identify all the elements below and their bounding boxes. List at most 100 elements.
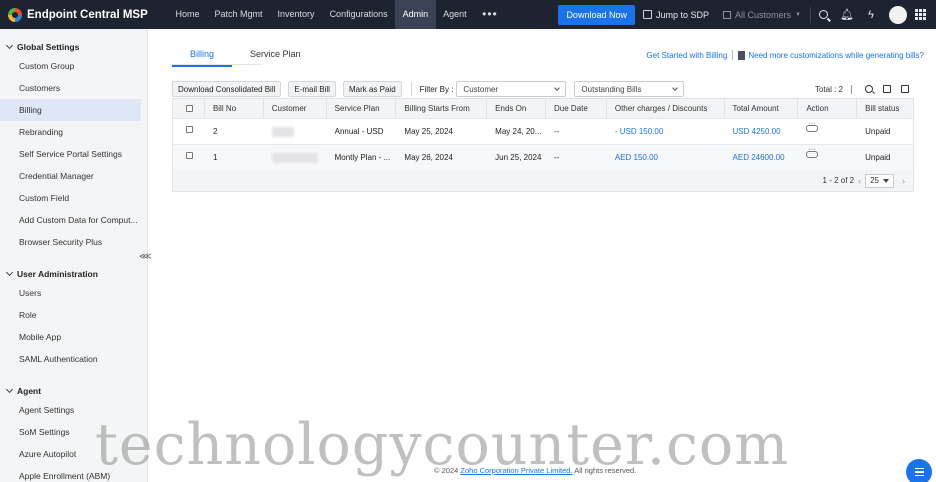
row-checkbox[interactable] bbox=[186, 125, 193, 133]
help-links: Get Started with Billing Need more custo… bbox=[646, 50, 924, 60]
notifications-button[interactable]: 🔔︎ bbox=[835, 0, 859, 29]
sidebar-item-apple-enrollment[interactable]: Apple Enrollment (ABM) bbox=[0, 465, 141, 482]
zoho-corporation-link[interactable]: Zoho Corporation Private Limited. bbox=[460, 466, 572, 475]
search-button[interactable] bbox=[811, 0, 835, 29]
billing-start: May 26, 2024 bbox=[404, 153, 453, 162]
caret-down-icon bbox=[883, 178, 889, 183]
table-row[interactable]: 1 Montly Plan - ... May 26, 2024 Jun 25,… bbox=[173, 145, 913, 171]
nav-more-icon[interactable]: ••• bbox=[474, 0, 506, 29]
sidebar-item-users[interactable]: Users bbox=[0, 282, 141, 304]
other-charges-link[interactable]: AED 150.00 bbox=[607, 145, 725, 170]
table-search-icon[interactable] bbox=[865, 85, 873, 93]
more-actions-icon[interactable] bbox=[806, 146, 819, 158]
chevron-down-icon bbox=[5, 41, 14, 49]
toolbar-right: Total : 2 bbox=[815, 79, 914, 99]
table-row[interactable]: 2 Annual - USD May 25, 2024 May 24, 20..… bbox=[173, 119, 913, 145]
email-bill-button[interactable]: E-mail Bill bbox=[288, 81, 336, 97]
jump-to-sdp-label: Jump to SDP bbox=[655, 9, 709, 20]
other-charges-link[interactable]: - USD 150.00 bbox=[607, 119, 725, 144]
brand-name: Endpoint Central MSP bbox=[27, 8, 148, 21]
sidebar-section-global-settings[interactable]: Global Settings bbox=[0, 38, 147, 55]
sidebar-section-agent[interactable]: Agent bbox=[0, 382, 147, 399]
service-plan: Annual - USD bbox=[334, 127, 384, 136]
sidebar-section-title: Global Settings bbox=[17, 41, 80, 52]
sidebar-item-custom-field[interactable]: Custom Field bbox=[0, 187, 141, 209]
nav-inventory[interactable]: Inventory bbox=[270, 0, 322, 29]
get-started-link[interactable]: Get Started with Billing bbox=[646, 51, 727, 60]
sidebar-item-custom-group[interactable]: Custom Group bbox=[0, 55, 141, 77]
column-header-service-plan[interactable]: Service Plan bbox=[327, 99, 397, 118]
customer-name-redacted bbox=[271, 152, 318, 163]
tab-service-plan[interactable]: Service Plan bbox=[232, 42, 319, 67]
sidebar-item-agent-settings[interactable]: Agent Settings bbox=[0, 399, 141, 421]
column-header-bill-status[interactable]: Bill status bbox=[857, 99, 913, 118]
row-checkbox[interactable] bbox=[186, 151, 193, 159]
bill-status-select[interactable]: Outstanding Bills bbox=[574, 81, 685, 97]
sidebar-item-self-service-portal[interactable]: Self Service Portal Settings bbox=[0, 143, 141, 165]
due-date: -- bbox=[554, 127, 560, 136]
export-icon[interactable] bbox=[883, 85, 891, 93]
bill-no: 2 bbox=[212, 127, 218, 136]
select-all-checkbox[interactable] bbox=[186, 105, 193, 112]
page-size-select[interactable]: 25 bbox=[865, 173, 894, 188]
column-header-other-charges[interactable]: Other charges / Discounts bbox=[607, 99, 725, 118]
sidebar-item-azure-autopilot[interactable]: Azure Autopilot bbox=[0, 443, 141, 465]
total-amount-link[interactable]: USD 4250.00 bbox=[725, 119, 799, 144]
bill-no: 1 bbox=[212, 153, 218, 162]
quick-actions-button[interactable]: ϟ bbox=[859, 0, 883, 29]
column-header-billing-start[interactable]: Billing Starts From bbox=[396, 99, 488, 118]
customizations-link[interactable]: Need more customizations while generatin… bbox=[748, 51, 924, 60]
billing-toolbar: Download Consolidated Bill E-mail Bill M… bbox=[172, 79, 914, 99]
column-chooser-icon[interactable] bbox=[901, 85, 909, 93]
due-date: -- bbox=[554, 153, 560, 162]
column-header-ends-on[interactable]: Ends On bbox=[487, 99, 547, 118]
download-consolidated-bill-button[interactable]: Download Consolidated Bill bbox=[172, 81, 282, 97]
column-header-bill-no[interactable]: Bill No bbox=[205, 99, 264, 118]
filter-by-select[interactable]: Customer bbox=[456, 81, 567, 97]
next-page-icon[interactable]: › bbox=[902, 176, 905, 186]
previous-page-icon[interactable]: ‹ bbox=[858, 176, 861, 186]
sidebar-item-mobile-app[interactable]: Mobile App bbox=[0, 326, 141, 348]
more-actions-icon[interactable] bbox=[806, 120, 819, 132]
row-select-cell bbox=[173, 119, 205, 144]
jump-to-sdp-link[interactable]: Jump to SDP bbox=[642, 9, 709, 20]
nav-patch-mgmt[interactable]: Patch Mgmt bbox=[207, 0, 270, 29]
nav-agent[interactable]: Agent bbox=[436, 0, 475, 29]
nav-home[interactable]: Home bbox=[168, 0, 207, 29]
help-chat-button[interactable] bbox=[906, 459, 932, 482]
sidebar-item-billing[interactable]: Billing bbox=[0, 99, 141, 121]
chevron-down-icon bbox=[672, 85, 679, 91]
mark-as-paid-button[interactable]: Mark as Paid bbox=[342, 81, 402, 97]
nav-admin[interactable]: Admin bbox=[395, 0, 436, 29]
column-header-customer[interactable]: Customer bbox=[264, 99, 327, 118]
tab-billing[interactable]: Billing bbox=[172, 42, 233, 67]
sidebar-section-title: Agent bbox=[17, 385, 42, 396]
sidebar-item-role[interactable]: Role bbox=[0, 304, 141, 326]
chevron-down-icon bbox=[5, 385, 14, 393]
customer-cell bbox=[264, 119, 327, 144]
endpoint-central-logo-icon bbox=[8, 7, 22, 22]
copyright-prefix: © 2024 bbox=[434, 466, 459, 475]
sidebar-section-user-administration[interactable]: User Administration bbox=[0, 265, 147, 282]
download-now-button[interactable]: Download Now bbox=[558, 4, 635, 25]
app-grid-icon[interactable] bbox=[915, 9, 926, 20]
column-header-due-date[interactable]: Due Date bbox=[546, 99, 607, 118]
nav-configurations[interactable]: Configurations bbox=[322, 0, 395, 29]
sidebar-item-rebranding[interactable]: Rebranding bbox=[0, 121, 141, 143]
column-header-total-amount[interactable]: Total Amount bbox=[725, 99, 799, 118]
sidebar-item-browser-security-plus[interactable]: Browser Security Plus bbox=[0, 231, 141, 253]
sidebar-item-som-settings[interactable]: SoM Settings bbox=[0, 421, 141, 443]
search-icon bbox=[818, 10, 828, 19]
sidebar-item-saml-authentication[interactable]: SAML Authentication bbox=[0, 348, 141, 370]
table-header-row: Bill No Customer Service Plan Billing St… bbox=[173, 99, 913, 119]
sidebar-item-credential-manager[interactable]: Credential Manager bbox=[0, 165, 141, 187]
filter-by-value: Customer bbox=[463, 84, 499, 94]
top-bar: Endpoint Central MSP Home Patch Mgmt Inv… bbox=[0, 0, 936, 29]
avatar[interactable] bbox=[889, 5, 907, 24]
brand[interactable]: Endpoint Central MSP bbox=[0, 0, 168, 29]
sidebar-item-customers[interactable]: Customers bbox=[0, 77, 141, 99]
customer-selector[interactable]: All Customers ▼ bbox=[723, 6, 811, 23]
copyright-suffix: All rights reserved. bbox=[574, 466, 637, 475]
sidebar-item-add-custom-data[interactable]: Add Custom Data for Comput... bbox=[0, 209, 141, 231]
total-amount-link[interactable]: AED 24600.00 bbox=[725, 145, 799, 170]
